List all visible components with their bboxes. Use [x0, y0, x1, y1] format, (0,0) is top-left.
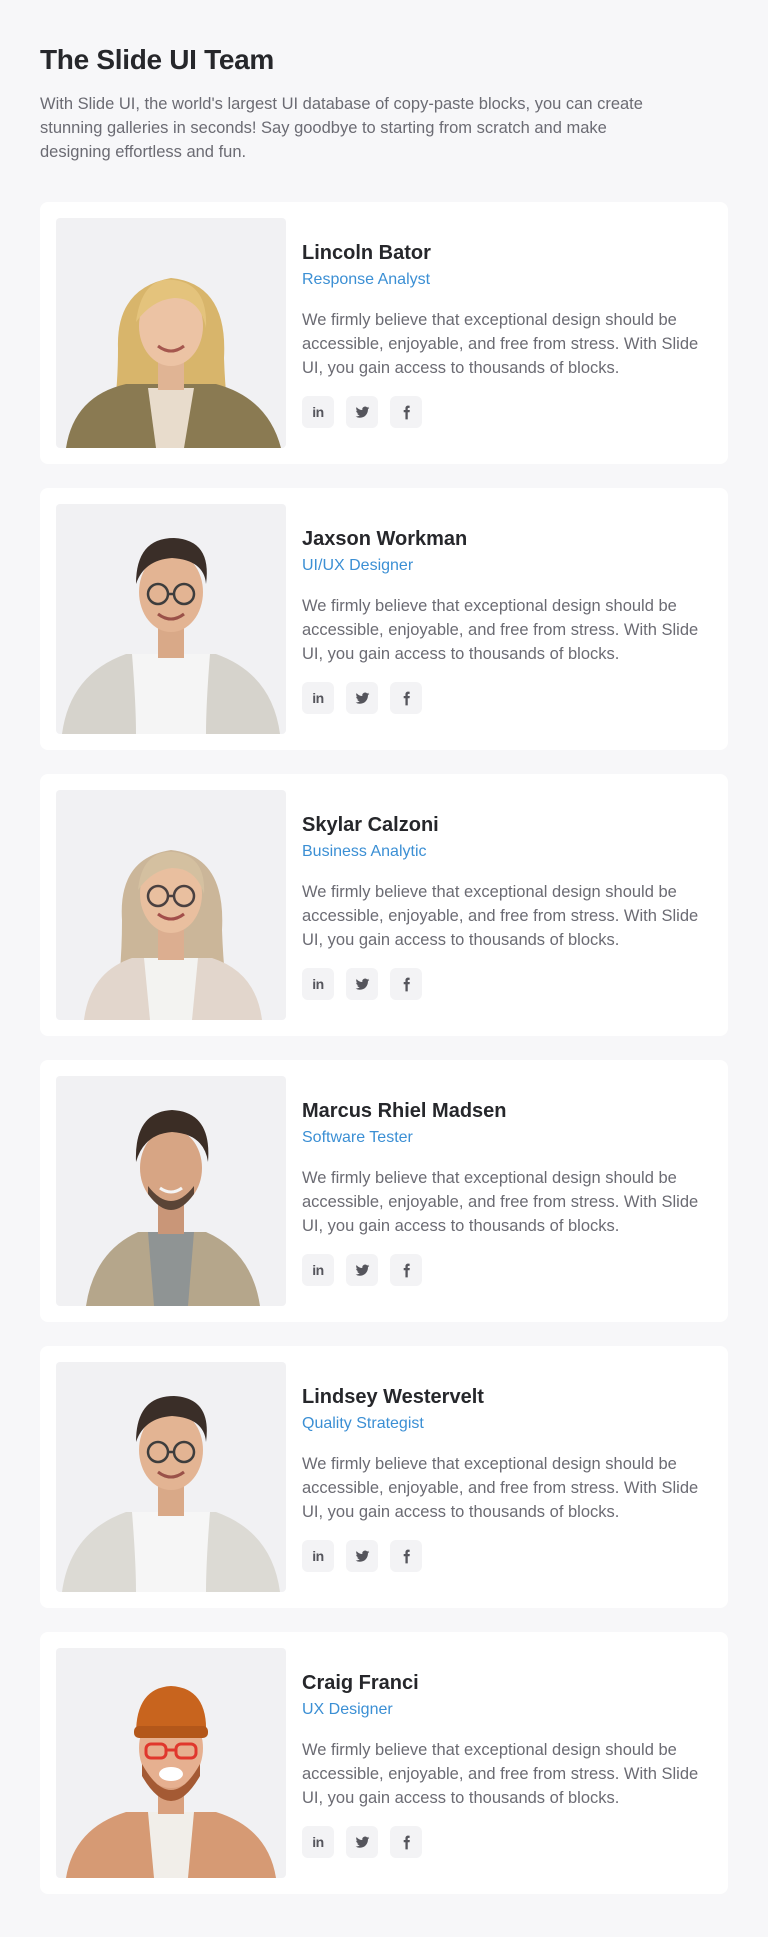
- linkedin-link[interactable]: in: [302, 396, 334, 428]
- social-links: in: [302, 682, 712, 714]
- twitter-icon: [355, 1550, 369, 1562]
- twitter-link[interactable]: [346, 968, 378, 1000]
- member-photo: [56, 504, 286, 734]
- twitter-link[interactable]: [346, 1826, 378, 1858]
- twitter-icon: [355, 1264, 369, 1276]
- member-bio: We firmly believe that exceptional desig…: [302, 1169, 699, 1235]
- team-card: Marcus Rhiel Madsen Software Tester We f…: [40, 1060, 728, 1322]
- team-card: Skylar Calzoni Business Analytic We firm…: [40, 774, 728, 1036]
- linkedin-icon: in: [312, 404, 324, 420]
- linkedin-link[interactable]: in: [302, 682, 334, 714]
- member-photo: [56, 1362, 286, 1592]
- team-list: Lincoln Bator Response Analyst We firmly…: [40, 202, 728, 1894]
- linkedin-link[interactable]: in: [302, 1254, 334, 1286]
- facebook-icon: [403, 1835, 410, 1849]
- member-bio: We firmly believe that exceptional desig…: [302, 1741, 699, 1807]
- linkedin-icon: in: [312, 1548, 324, 1564]
- linkedin-icon: in: [312, 1834, 324, 1850]
- social-links: in: [302, 396, 712, 428]
- member-name: Lindsey Westervelt: [302, 1386, 484, 1408]
- facebook-icon: [403, 1263, 410, 1277]
- linkedin-icon: in: [312, 1262, 324, 1278]
- facebook-link[interactable]: [390, 1540, 422, 1572]
- member-role: Response Analyst: [302, 271, 431, 288]
- facebook-link[interactable]: [390, 396, 422, 428]
- facebook-icon: [403, 691, 410, 705]
- social-links: in: [302, 968, 712, 1000]
- page-title: The Slide UI Team: [40, 44, 274, 75]
- facebook-icon: [403, 1549, 410, 1563]
- social-links: in: [302, 1540, 712, 1572]
- member-photo: [56, 1076, 286, 1306]
- member-name: Lincoln Bator: [302, 242, 431, 264]
- twitter-link[interactable]: [346, 1540, 378, 1572]
- linkedin-link[interactable]: in: [302, 1540, 334, 1572]
- twitter-link[interactable]: [346, 1254, 378, 1286]
- member-name: Craig Franci: [302, 1672, 419, 1694]
- twitter-icon: [355, 978, 369, 990]
- member-photo: [56, 1648, 286, 1878]
- member-bio: We firmly believe that exceptional desig…: [302, 883, 699, 949]
- member-role: Software Tester: [302, 1129, 413, 1146]
- twitter-icon: [355, 1836, 369, 1848]
- facebook-icon: [403, 977, 410, 991]
- twitter-icon: [355, 692, 369, 704]
- facebook-icon: [403, 405, 410, 419]
- social-links: in: [302, 1826, 712, 1858]
- twitter-link[interactable]: [346, 396, 378, 428]
- team-card: Lincoln Bator Response Analyst We firmly…: [40, 202, 728, 464]
- facebook-link[interactable]: [390, 1254, 422, 1286]
- member-photo: [56, 218, 286, 448]
- facebook-link[interactable]: [390, 1826, 422, 1858]
- twitter-link[interactable]: [346, 682, 378, 714]
- twitter-icon: [355, 406, 369, 418]
- linkedin-link[interactable]: in: [302, 968, 334, 1000]
- member-role: Quality Strategist: [302, 1415, 424, 1432]
- facebook-link[interactable]: [390, 682, 422, 714]
- linkedin-icon: in: [312, 690, 324, 706]
- member-role: Business Analytic: [302, 843, 427, 860]
- member-name: Jaxson Workman: [302, 528, 468, 550]
- team-card: Craig Franci UX Designer We firmly belie…: [40, 1632, 728, 1894]
- linkedin-link[interactable]: in: [302, 1826, 334, 1858]
- linkedin-icon: in: [312, 976, 324, 992]
- member-role: UX Designer: [302, 1701, 393, 1718]
- social-links: in: [302, 1254, 712, 1286]
- facebook-link[interactable]: [390, 968, 422, 1000]
- member-photo: [56, 790, 286, 1020]
- member-name: Marcus Rhiel Madsen: [302, 1100, 507, 1122]
- team-card: Jaxson Workman UI/UX Designer We firmly …: [40, 488, 728, 750]
- member-bio: We firmly believe that exceptional desig…: [302, 1455, 699, 1521]
- member-role: UI/UX Designer: [302, 557, 414, 574]
- team-card: Lindsey Westervelt Quality Strategist We…: [40, 1346, 728, 1608]
- member-name: Skylar Calzoni: [302, 814, 439, 836]
- member-bio: We firmly believe that exceptional desig…: [302, 597, 699, 663]
- page-intro: With Slide UI, the world's largest UI da…: [40, 95, 643, 161]
- member-bio: We firmly believe that exceptional desig…: [302, 311, 699, 377]
